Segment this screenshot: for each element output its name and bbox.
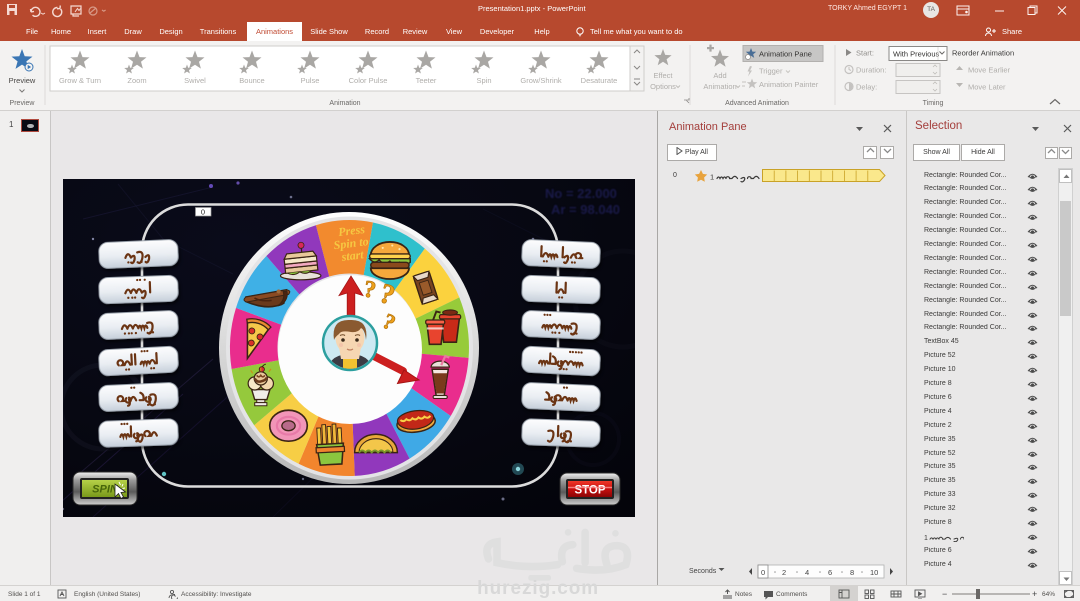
svg-text:Ar = 98.040: Ar = 98.040 bbox=[551, 202, 620, 217]
svg-text:Zoom: Zoom bbox=[127, 76, 146, 85]
svg-text:Bounce: Bounce bbox=[239, 76, 264, 85]
svg-text:0: 0 bbox=[201, 208, 205, 217]
svg-text:Color Pulse: Color Pulse bbox=[349, 76, 388, 85]
svg-text:Move Earlier: Move Earlier bbox=[968, 66, 1011, 75]
svg-text:Preview: Preview bbox=[10, 100, 36, 107]
svg-text:Duration:: Duration: bbox=[856, 66, 886, 75]
svg-text:6: 6 bbox=[828, 568, 832, 577]
svg-text:Start:: Start: bbox=[856, 49, 874, 58]
svg-text:Move Later: Move Later bbox=[968, 83, 1006, 92]
svg-text:Trigger: Trigger bbox=[759, 67, 783, 76]
svg-text:Grow & Turn: Grow & Turn bbox=[59, 76, 101, 85]
svg-text:Add: Add bbox=[713, 71, 726, 80]
svg-text:Reorder Animation: Reorder Animation bbox=[952, 49, 1014, 58]
svg-text:Preview: Preview bbox=[9, 76, 36, 85]
svg-text:Teeter: Teeter bbox=[416, 76, 437, 85]
svg-text:No = 22.000: No = 22.000 bbox=[545, 186, 617, 201]
svg-text:start: start bbox=[340, 247, 365, 264]
svg-text:Animation Pane: Animation Pane bbox=[759, 50, 812, 59]
svg-text:hurezig.com: hurezig.com bbox=[477, 578, 599, 599]
svg-text:4: 4 bbox=[805, 568, 809, 577]
svg-text:Grow/Shrink: Grow/Shrink bbox=[520, 76, 562, 85]
svg-text:Options: Options bbox=[650, 82, 676, 91]
svg-text:Animation Painter: Animation Painter bbox=[759, 80, 819, 89]
svg-text:Pulse: Pulse bbox=[301, 76, 320, 85]
svg-text:Advanced Animation: Advanced Animation bbox=[725, 100, 789, 107]
svg-text:Effect: Effect bbox=[653, 71, 673, 80]
svg-text:Spin: Spin bbox=[476, 76, 491, 85]
svg-text:Swivel: Swivel bbox=[184, 76, 206, 85]
svg-text:With Previous: With Previous bbox=[893, 50, 940, 59]
svg-text:10: 10 bbox=[870, 568, 878, 577]
svg-text:Animation: Animation bbox=[703, 82, 736, 91]
svg-text:Delay:: Delay: bbox=[856, 83, 877, 92]
svg-text:Desaturate: Desaturate bbox=[581, 76, 618, 85]
svg-text:1: 1 bbox=[924, 535, 928, 542]
svg-text:2: 2 bbox=[782, 568, 786, 577]
svg-text:8: 8 bbox=[850, 568, 854, 577]
svg-text:Timing: Timing bbox=[923, 100, 944, 107]
svg-text:0: 0 bbox=[761, 568, 765, 577]
svg-text:STOP: STOP bbox=[574, 485, 605, 497]
svg-text:Animation: Animation bbox=[329, 100, 360, 107]
